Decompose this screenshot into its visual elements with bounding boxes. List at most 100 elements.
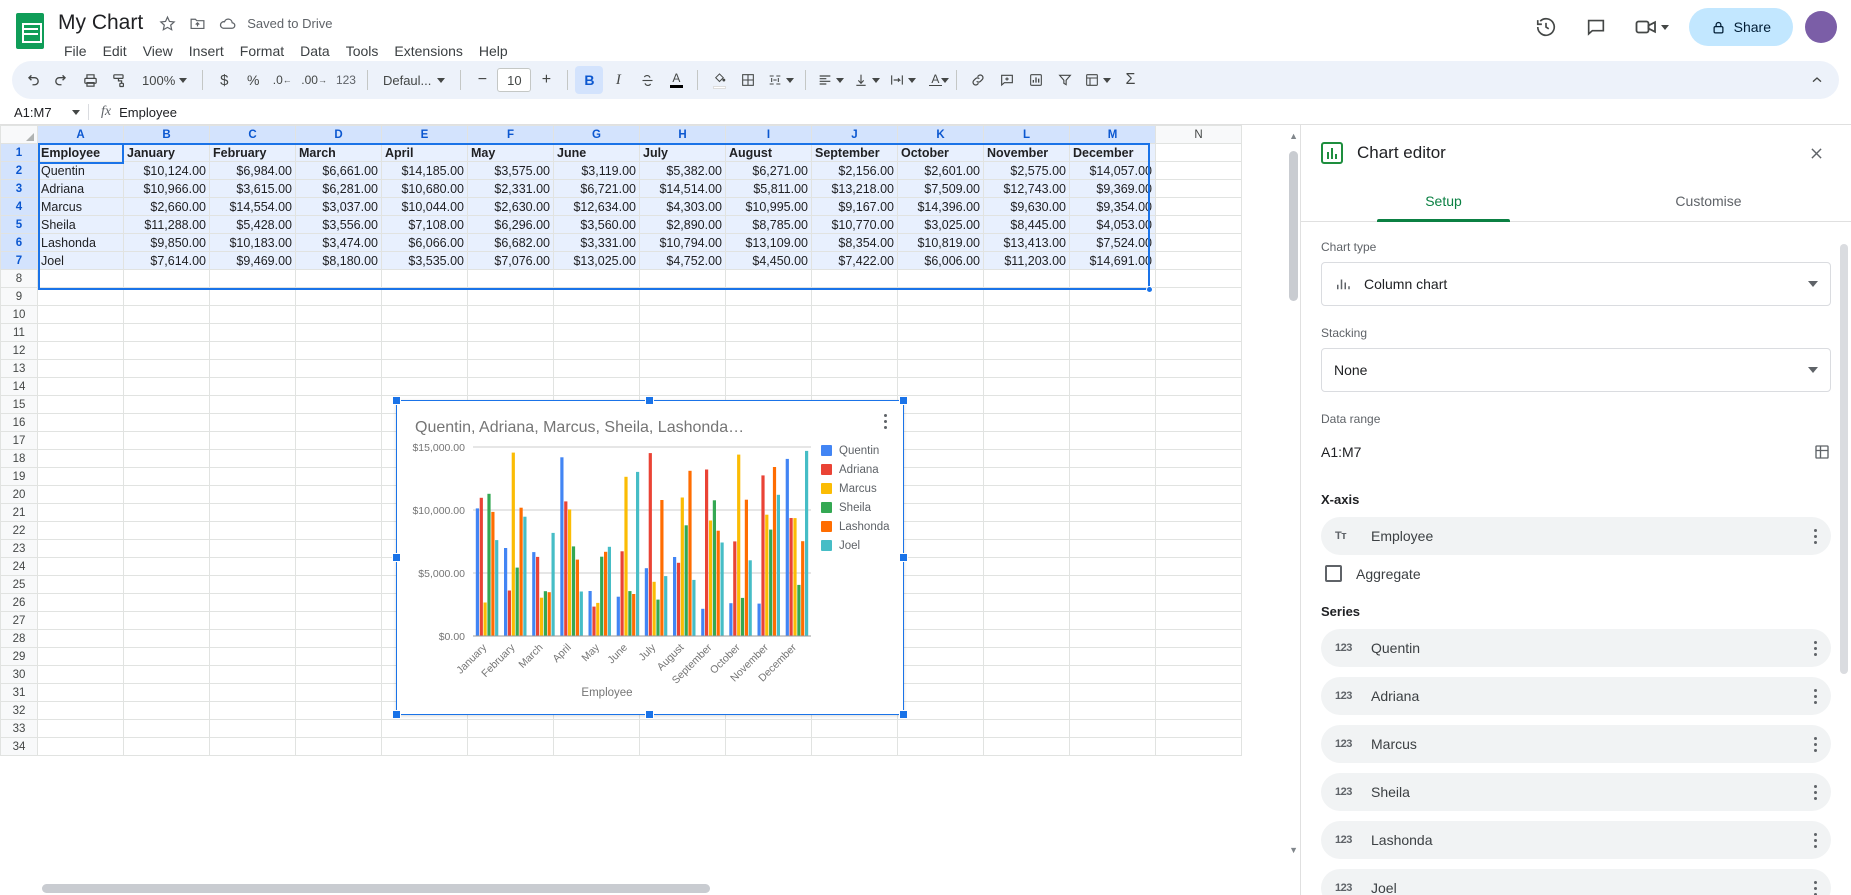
cell[interactable] (209, 629, 296, 648)
cell[interactable] (123, 719, 210, 738)
column-header-L[interactable]: L (983, 125, 1070, 144)
cell[interactable] (1069, 647, 1156, 666)
cell[interactable] (1155, 521, 1242, 540)
cell[interactable] (1069, 737, 1156, 756)
cell[interactable] (381, 341, 468, 360)
cell[interactable]: $3,560.00 (553, 215, 640, 234)
row-header-4[interactable]: 4 (0, 197, 38, 216)
cell[interactable] (983, 269, 1070, 288)
menu-extensions[interactable]: Extensions (386, 40, 470, 62)
row-header-6[interactable]: 6 (0, 233, 38, 252)
cell[interactable] (639, 305, 726, 324)
cell[interactable] (295, 503, 382, 522)
cell[interactable] (1155, 251, 1242, 270)
cell[interactable] (1155, 737, 1242, 756)
cell[interactable] (381, 305, 468, 324)
sheets-logo-icon[interactable] (12, 8, 48, 54)
cell[interactable] (897, 701, 984, 720)
cell[interactable]: December (1069, 143, 1156, 162)
series-chip-adriana[interactable]: 123 Adriana (1321, 677, 1831, 715)
horizontal-align-icon[interactable] (813, 66, 848, 94)
cell[interactable] (209, 737, 296, 756)
chart-menu-icon[interactable] (875, 409, 895, 433)
cell[interactable] (1069, 575, 1156, 594)
selection-anchor[interactable] (1146, 286, 1153, 293)
cell[interactable]: $7,108.00 (381, 215, 468, 234)
insert-comment-icon[interactable] (993, 66, 1021, 94)
cell[interactable] (37, 611, 124, 630)
cell[interactable] (897, 485, 984, 504)
cell[interactable]: $2,660.00 (123, 197, 210, 216)
cell[interactable] (983, 449, 1070, 468)
cell[interactable]: $3,119.00 (553, 161, 640, 180)
merge-cells-icon[interactable] (763, 66, 798, 94)
cell[interactable] (295, 359, 382, 378)
cell[interactable]: $6,281.00 (295, 179, 382, 198)
cell[interactable]: May (467, 143, 554, 162)
cell[interactable] (553, 269, 640, 288)
horizontal-scrollbar[interactable] (0, 881, 1300, 895)
cell[interactable] (1155, 449, 1242, 468)
document-title[interactable]: My Chart (54, 10, 147, 36)
column-header-D[interactable]: D (295, 125, 382, 144)
meet-icon[interactable] (1627, 8, 1677, 46)
cell[interactable] (123, 503, 210, 522)
percent-format-button[interactable]: % (239, 66, 267, 94)
row-header-19[interactable]: 19 (0, 467, 38, 486)
cell[interactable] (37, 593, 124, 612)
avatar[interactable] (1805, 11, 1837, 43)
cell[interactable] (983, 359, 1070, 378)
cell[interactable] (1069, 521, 1156, 540)
cell[interactable] (467, 305, 554, 324)
cell[interactable] (123, 269, 210, 288)
cell[interactable] (37, 701, 124, 720)
increase-decimal-button[interactable]: .00 → (297, 66, 331, 94)
functions-button[interactable]: Σ (1116, 66, 1144, 94)
menu-tools[interactable]: Tools (338, 40, 387, 62)
chart-handle-tr[interactable] (899, 396, 908, 405)
cell[interactable] (639, 359, 726, 378)
cell[interactable] (209, 359, 296, 378)
cell[interactable]: $6,066.00 (381, 233, 468, 252)
row-header-5[interactable]: 5 (0, 215, 38, 234)
cell[interactable]: $6,721.00 (553, 179, 640, 198)
cell[interactable] (209, 701, 296, 720)
cell[interactable] (295, 269, 382, 288)
column-header-I[interactable]: I (725, 125, 812, 144)
cell[interactable] (639, 269, 726, 288)
vertical-scroll-thumb[interactable] (1289, 151, 1298, 301)
chart-handle-mr[interactable] (899, 553, 908, 562)
column-header-G[interactable]: G (553, 125, 640, 144)
cell[interactable]: Joel (37, 251, 124, 270)
cell[interactable] (1155, 179, 1242, 198)
decrease-decimal-button[interactable]: .0 ← (268, 66, 296, 94)
scroll-down-arrow[interactable]: ▼ (1289, 845, 1298, 855)
row-header-7[interactable]: 7 (0, 251, 38, 270)
row-header-8[interactable]: 8 (0, 269, 38, 288)
chevron-down-icon[interactable] (1808, 367, 1818, 373)
cell[interactable]: $6,661.00 (295, 161, 382, 180)
cell[interactable] (1155, 215, 1242, 234)
cell[interactable] (897, 593, 984, 612)
cell[interactable] (37, 305, 124, 324)
cell[interactable] (123, 341, 210, 360)
cell[interactable] (209, 539, 296, 558)
row-header-23[interactable]: 23 (0, 539, 38, 558)
chart-handle-br[interactable] (899, 710, 908, 719)
cell[interactable]: $3,474.00 (295, 233, 382, 252)
cell[interactable] (295, 413, 382, 432)
increase-font-size-button[interactable]: + (532, 66, 560, 94)
cell[interactable]: June (553, 143, 640, 162)
chevron-down-icon[interactable] (1808, 281, 1818, 287)
row-header-17[interactable]: 17 (0, 431, 38, 450)
cell[interactable] (811, 737, 898, 756)
cell[interactable] (1069, 701, 1156, 720)
cell[interactable] (983, 647, 1070, 666)
cell[interactable] (295, 521, 382, 540)
cell[interactable]: $7,076.00 (467, 251, 554, 270)
cell[interactable] (983, 557, 1070, 576)
cell[interactable] (897, 737, 984, 756)
series-options-icon[interactable] (1814, 688, 1817, 704)
text-rotation-icon[interactable]: A (921, 66, 950, 94)
name-box[interactable]: A1:M7 (0, 105, 88, 120)
